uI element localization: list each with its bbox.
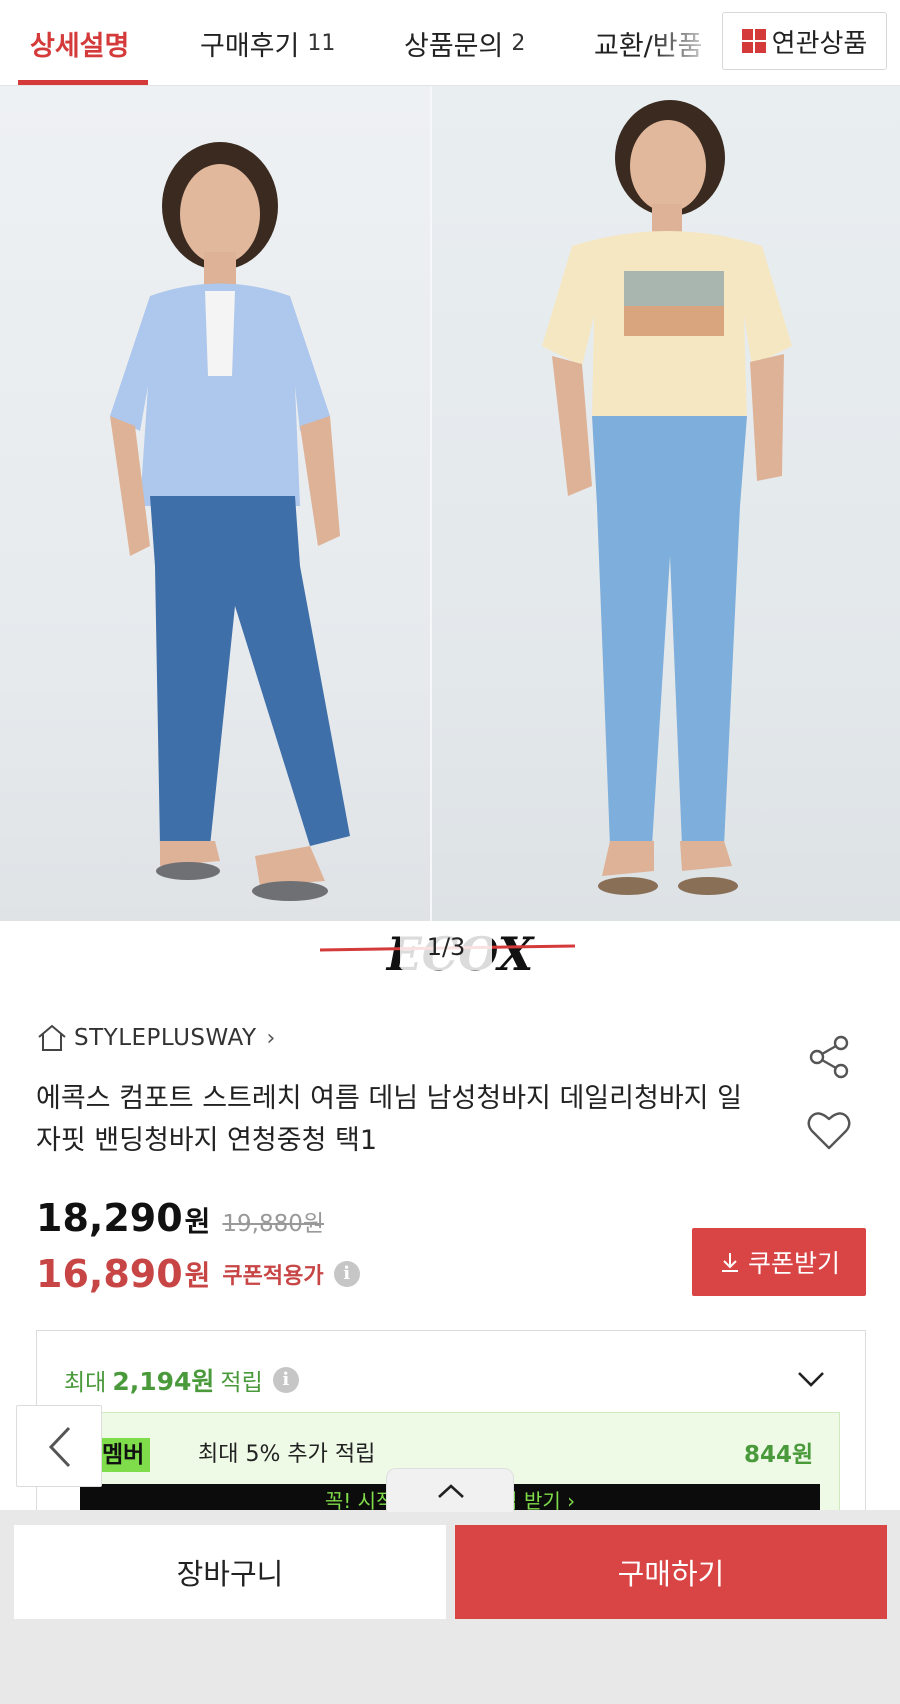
sale-price-unit: 원	[184, 1205, 211, 1238]
tab-reviews-count: 11	[307, 30, 336, 56]
coupon-price-unit: 원	[184, 1259, 211, 1292]
image-pager: 1/3	[400, 924, 492, 970]
tab-inquiry-count: 2	[511, 30, 526, 56]
tab-inquiry[interactable]: 상품문의 2	[404, 0, 525, 86]
tab-reviews-label: 구매후기	[200, 30, 300, 62]
tab-inquiry-label: 상품문의	[404, 30, 504, 62]
back-button[interactable]	[16, 1405, 102, 1487]
heart-icon[interactable]	[806, 1108, 852, 1152]
points-suffix: 적립	[220, 1370, 263, 1396]
get-coupon-button[interactable]: 쿠폰받기	[692, 1228, 866, 1296]
chevron-left-icon	[48, 1426, 71, 1468]
related-products-label: 연관상품	[771, 28, 868, 59]
member-benefit-amount: 844원	[744, 1442, 814, 1468]
photo-panel-left	[0, 86, 430, 921]
price-row: 18,290 원 19,880원	[36, 1196, 324, 1246]
member-badge: 멤버	[96, 1438, 151, 1472]
tab-reviews[interactable]: 구매후기 11	[200, 0, 335, 86]
model-left-illustration	[110, 142, 350, 901]
points-amount: 2,194원	[112, 1367, 215, 1396]
get-coupon-label: 쿠폰받기	[747, 1249, 840, 1278]
tab-detail[interactable]: 상세설명	[30, 0, 129, 86]
photo-panel-right	[432, 86, 900, 921]
chevron-up-icon	[438, 1484, 464, 1498]
original-price: 19,880원	[222, 1211, 325, 1237]
active-tab-indicator	[18, 80, 148, 85]
model-right-illustration	[542, 100, 792, 895]
sale-price: 18,290	[36, 1196, 183, 1240]
coupon-price-note: 쿠폰적용가	[222, 1264, 324, 1289]
chevron-down-icon[interactable]	[796, 1368, 826, 1390]
tab-bar: 상세설명 구매후기 11 상품문의 2 교환/반품 연관상품	[0, 0, 900, 86]
share-icon[interactable]	[806, 1034, 852, 1080]
points-prefix: 최대	[64, 1370, 107, 1396]
tab-detail-label: 상세설명	[30, 30, 130, 62]
product-image[interactable]	[0, 86, 900, 921]
buy-now-button[interactable]: 구매하기	[455, 1525, 887, 1619]
points-summary[interactable]: 최대 2,194원 적립 i	[64, 1360, 299, 1400]
store-link[interactable]: STYLEPLUSWAY ›	[36, 1020, 276, 1056]
product-title: 에콕스 컴포트 스트레치 여름 데님 남성청바지 데일리청바지 일자핏 밴딩청바…	[36, 1083, 742, 1156]
home-icon	[38, 1024, 66, 1051]
tab-fade	[650, 0, 720, 84]
coupon-price: 16,890	[36, 1252, 183, 1296]
add-to-cart-button[interactable]: 장바구니	[14, 1525, 446, 1619]
related-products-button[interactable]: 연관상품	[722, 12, 887, 70]
download-icon	[721, 1253, 738, 1272]
points-info-icon[interactable]: i	[272, 1367, 299, 1393]
store-name: STYLEPLUSWAY	[74, 1025, 257, 1051]
coupon-price-row: 16,890 원 쿠폰적용가 i	[36, 1248, 360, 1300]
member-benefit-text: 최대 5% 추가 적립	[198, 1442, 376, 1467]
chevron-right-icon: ›	[266, 1025, 276, 1051]
grid-icon	[741, 29, 766, 53]
expand-handle[interactable]	[386, 1468, 514, 1512]
info-icon[interactable]: i	[333, 1261, 360, 1287]
